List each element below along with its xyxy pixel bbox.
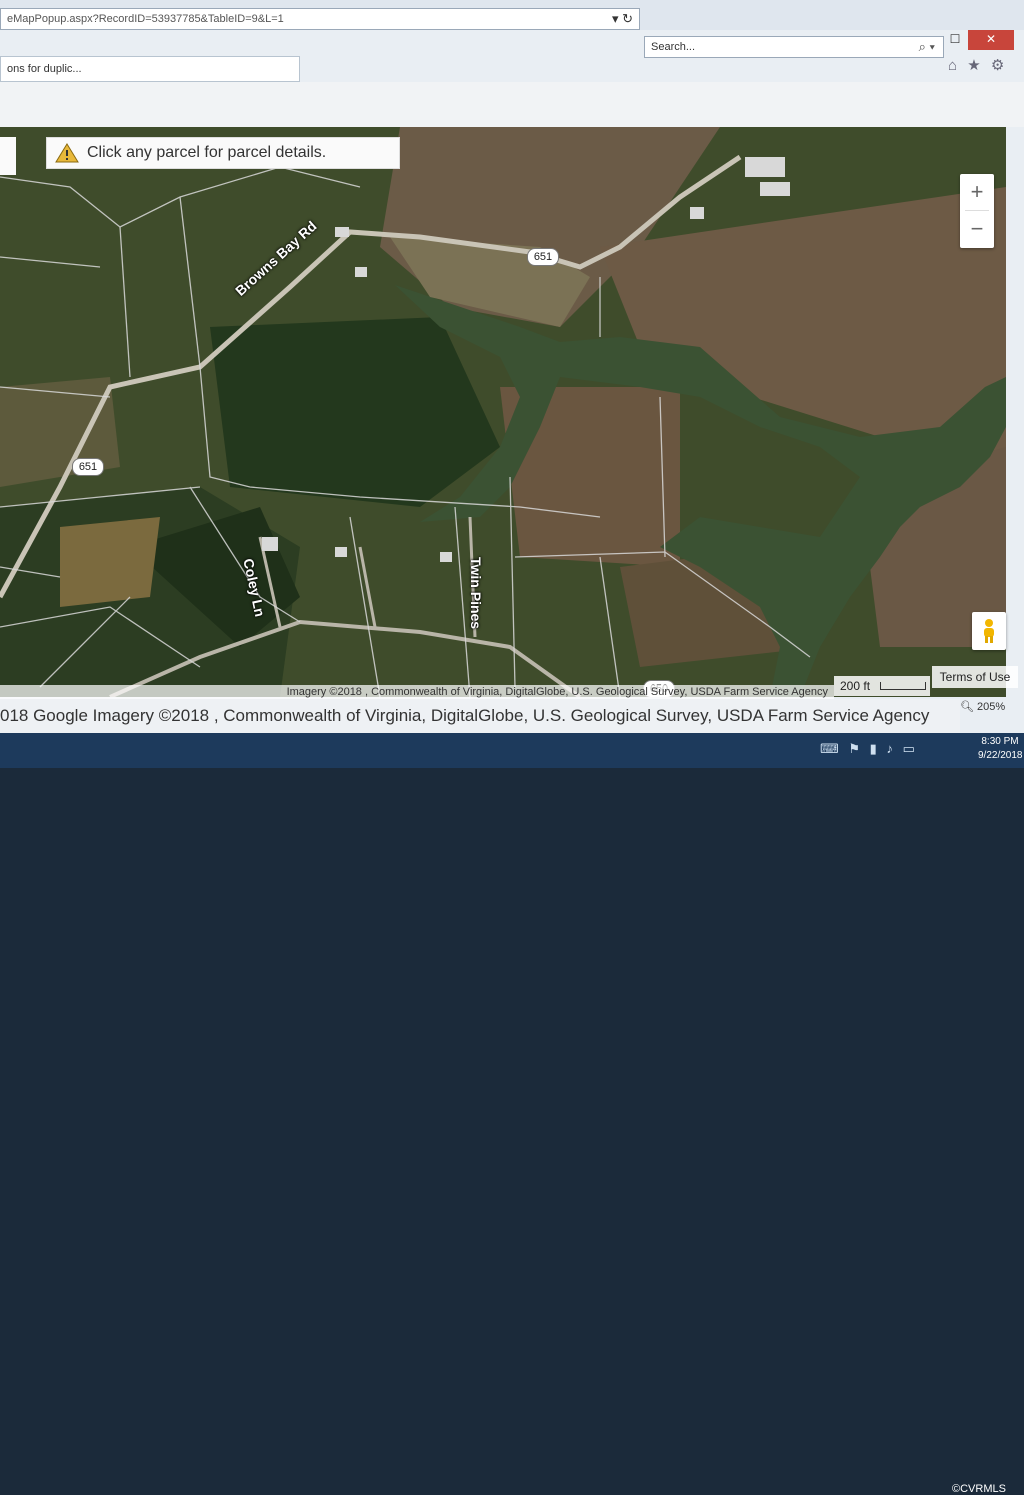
zoom-out-button[interactable]: − xyxy=(960,211,994,247)
side-panel-tab[interactable] xyxy=(0,137,16,175)
browser-zoom-level[interactable]: 🔍︎ 205% xyxy=(960,699,1020,715)
banner-text: Click any parcel for parcel details. xyxy=(87,144,327,161)
zoom-level-icon: 🔍︎ xyxy=(960,701,974,713)
address-bar[interactable]: eMapPopup.aspx?RecordID=53937785&TableID… xyxy=(0,8,640,30)
network-icon[interactable]: ▮ xyxy=(870,741,880,756)
street-view-pegman-button[interactable] xyxy=(972,612,1006,650)
warning-icon xyxy=(55,143,79,163)
close-button[interactable]: ✕ xyxy=(968,30,1014,50)
battery-icon[interactable]: ▭ xyxy=(903,741,918,756)
aerial-map[interactable]: Browns Bay Rd Coley Ln Twin Pines 651 65… xyxy=(0,127,1006,697)
scale-label: 200 ft xyxy=(840,679,871,693)
parcel-info-banner: Click any parcel for parcel details. xyxy=(46,137,400,169)
taskbar: ⌨ ⚑ ▮ ♪ ▭ 8:30 PM 9/22/2018 ©CVRMLS xyxy=(0,733,1024,1495)
taskbar-clock[interactable]: 8:30 PM 9/22/2018 xyxy=(978,735,1023,763)
scale-bar xyxy=(880,682,926,690)
terms-of-use-link[interactable]: Terms of Use xyxy=(932,666,1018,688)
favorites-star-icon[interactable]: ★ xyxy=(967,57,980,74)
map-attribution: Imagery ©2018 , Commonwealth of Virginia… xyxy=(0,685,834,699)
clock-date: 9/22/2018 xyxy=(978,750,1023,761)
volume-icon[interactable]: ♪ xyxy=(886,741,896,756)
search-icon[interactable]: ⌕ ▾ xyxy=(919,37,935,57)
aerial-imagery xyxy=(0,127,1006,697)
zoom-level-value: 205% xyxy=(977,701,1006,713)
pegman-icon xyxy=(984,619,994,643)
zoom-in-button[interactable]: + xyxy=(960,174,994,210)
settings-gear-icon[interactable]: ⚙ xyxy=(991,57,1004,74)
home-icon[interactable]: ⌂ xyxy=(948,57,957,74)
system-tray: ⌨ ⚑ ▮ ♪ ▭ xyxy=(820,741,918,757)
browser-toolbar-strip xyxy=(0,82,1024,127)
keyboard-icon[interactable]: ⌨ xyxy=(820,741,842,756)
tab-title: ons for duplic... xyxy=(7,63,82,75)
search-placeholder: Search... xyxy=(651,41,696,53)
map-scale: 200 ft xyxy=(834,676,930,696)
browser-tab[interactable]: ons for duplic... xyxy=(0,56,300,82)
maximize-button[interactable]: ☐ xyxy=(944,30,966,50)
flag-icon[interactable]: ⚑ xyxy=(848,741,863,756)
clock-time: 8:30 PM xyxy=(981,736,1019,747)
browser-window: eMapPopup.aspx?RecordID=53937785&TableID… xyxy=(0,0,1024,1495)
address-url: eMapPopup.aspx?RecordID=53937785&TableID… xyxy=(7,13,284,25)
route-shield-651-top: 651 xyxy=(527,248,559,266)
search-input[interactable]: Search... ⌕ ▾ xyxy=(644,36,944,58)
footer-copyright: 018 Google Imagery ©2018 , Commonwealth … xyxy=(0,699,960,733)
zoom-control: + − xyxy=(960,174,994,248)
refresh-icon[interactable]: ↻ xyxy=(622,11,633,26)
dropdown-icon[interactable]: ▾ xyxy=(612,11,619,26)
route-shield-651-left: 651 xyxy=(72,458,104,476)
road-label-twin-pines: Twin Pines xyxy=(468,557,484,630)
watermark: ©CVRMLS xyxy=(952,1483,1006,1495)
